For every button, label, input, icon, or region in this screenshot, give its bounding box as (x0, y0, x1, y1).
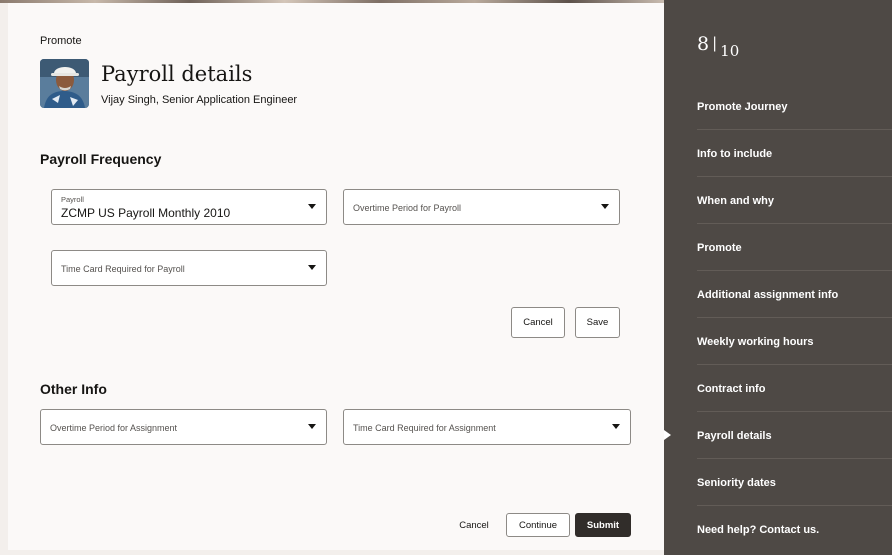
overtime-period-assignment-label: Overtime Period for Assignment (50, 423, 178, 433)
chevron-down-icon (308, 424, 316, 429)
sidebar-item-weekly-working-hours[interactable]: Weekly working hours (697, 319, 892, 365)
time-card-assignment-label: Time Card Required for Assignment (353, 423, 496, 433)
step-counter: 8 | 10 (697, 33, 739, 60)
avatar (40, 59, 89, 108)
sidebar-item-promote-journey[interactable]: Promote Journey (697, 84, 892, 130)
payroll-select[interactable]: Payroll ZCMP US Payroll Monthly 2010 (51, 189, 327, 225)
sidebar-item-info-to-include[interactable]: Info to include (697, 131, 892, 177)
overtime-period-assignment-select[interactable]: Overtime Period for Assignment (40, 409, 327, 445)
continue-button[interactable]: Continue (506, 513, 570, 537)
sidebar-item-contract-info[interactable]: Contract info (697, 366, 892, 412)
main-panel: Promote Payroll details Vijay Singh, Sen… (8, 3, 664, 550)
chevron-down-icon (308, 265, 316, 270)
step-counter-total: 10 (720, 42, 740, 60)
sidebar-item-payroll-details[interactable]: Payroll details (697, 413, 892, 459)
step-counter-separator: | (712, 34, 718, 52)
payroll-select-value: ZCMP US Payroll Monthly 2010 (61, 206, 231, 220)
sidebar-item-when-and-why[interactable]: When and why (697, 178, 892, 224)
overtime-period-payroll-select[interactable]: Overtime Period for Payroll (343, 189, 620, 225)
sidebar-item-additional-assignment-info[interactable]: Additional assignment info (697, 272, 892, 318)
person-name: Vijay Singh, Senior Application Engineer (101, 94, 298, 106)
sidebar-item-promote[interactable]: Promote (697, 225, 892, 271)
progress-sidebar: 8 | 10 Promote Journey Info to include Whe… (664, 0, 892, 555)
step-counter-current: 8 (697, 33, 710, 55)
page-title: Payroll details (101, 62, 253, 86)
payroll-select-label: Payroll (61, 195, 84, 204)
chevron-down-icon (612, 424, 620, 429)
section-cancel-button[interactable]: Cancel (511, 307, 565, 338)
chevron-down-icon (308, 204, 316, 209)
sidebar-item-need-help[interactable]: Need help? Contact us. (697, 507, 892, 553)
person-photo (40, 59, 89, 108)
flow-name: Promote (40, 35, 82, 47)
time-card-assignment-select[interactable]: Time Card Required for Assignment (343, 409, 631, 445)
cancel-button[interactable]: Cancel (453, 513, 495, 537)
submit-button[interactable]: Submit (575, 513, 631, 537)
time-card-payroll-select[interactable]: Time Card Required for Payroll (51, 250, 327, 286)
chevron-down-icon (601, 204, 609, 209)
sidebar-item-seniority-dates[interactable]: Seniority dates (697, 460, 892, 506)
section-title-payroll-frequency: Payroll Frequency (40, 151, 162, 167)
section-title-other-info: Other Info (40, 381, 107, 397)
section-save-button[interactable]: Save (575, 307, 620, 338)
overtime-period-payroll-label: Overtime Period for Payroll (353, 203, 462, 213)
time-card-payroll-label: Time Card Required for Payroll (61, 264, 185, 274)
current-step-indicator-icon (664, 430, 671, 440)
